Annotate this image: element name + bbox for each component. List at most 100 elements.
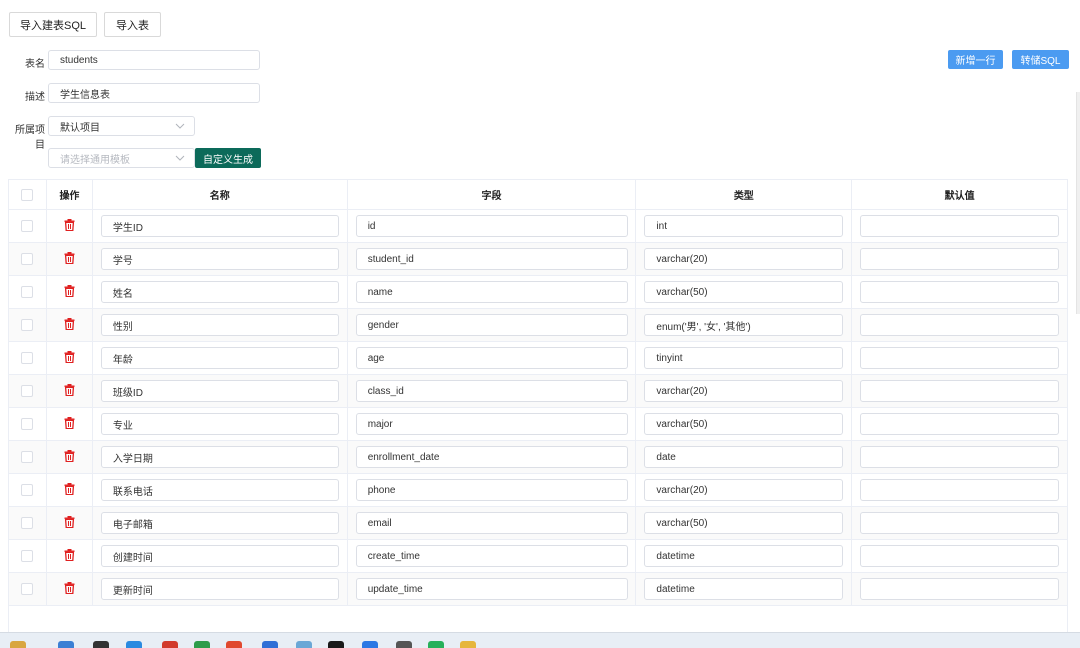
type-input[interactable]: date — [644, 446, 844, 468]
name-input[interactable]: 电子邮箱 — [100, 512, 339, 534]
import-sql-button[interactable]: 导入建表SQL — [9, 12, 97, 37]
field-input[interactable]: email — [355, 512, 628, 534]
app-icon-4[interactable] — [126, 641, 142, 648]
row-checkbox[interactable] — [21, 352, 34, 364]
type-input[interactable]: datetime — [644, 545, 844, 567]
app-icon-12[interactable] — [396, 641, 412, 648]
type-input[interactable]: varchar(20) — [644, 248, 844, 270]
delete-icon[interactable] — [64, 581, 75, 597]
table-name-input[interactable]: students — [48, 50, 260, 70]
delete-icon[interactable] — [64, 383, 75, 399]
name-input[interactable]: 学生ID — [100, 215, 339, 237]
row-checkbox[interactable] — [21, 484, 34, 496]
delete-icon[interactable] — [64, 317, 75, 333]
row-checkbox[interactable] — [21, 451, 34, 463]
field-input[interactable]: update_time — [355, 578, 628, 600]
field-input[interactable]: name — [355, 281, 628, 303]
app-icon-11[interactable] — [362, 641, 378, 648]
default-input[interactable] — [860, 248, 1060, 270]
type-input[interactable]: enum('男', '女', '其他') — [644, 314, 844, 336]
type-input[interactable]: varchar(20) — [644, 380, 844, 402]
default-input[interactable] — [860, 578, 1060, 600]
row-checkbox[interactable] — [21, 220, 34, 232]
name-input[interactable]: 学号 — [100, 248, 339, 270]
row-default-cell — [852, 243, 1068, 276]
field-input[interactable]: age — [355, 347, 628, 369]
header-default: 默认值 — [852, 180, 1069, 210]
delete-icon[interactable] — [64, 449, 75, 465]
to-sql-button[interactable]: 转储SQL — [1012, 50, 1069, 69]
app-icon-10[interactable] — [328, 641, 344, 648]
delete-icon[interactable] — [64, 548, 75, 564]
custom-generate-button[interactable]: 自定义生成 — [195, 148, 261, 168]
app-icon-3[interactable] — [93, 641, 109, 648]
row-checkbox[interactable] — [21, 319, 34, 331]
app-icon-6[interactable] — [194, 641, 210, 648]
field-input[interactable]: major — [355, 413, 628, 435]
name-input[interactable]: 年龄 — [100, 347, 339, 369]
app-icon-8[interactable] — [262, 641, 278, 648]
default-input[interactable] — [860, 479, 1060, 501]
row-checkbox[interactable] — [21, 385, 34, 397]
row-field-cell: email — [347, 507, 637, 540]
default-input[interactable] — [860, 215, 1060, 237]
app-icon-9[interactable] — [296, 641, 312, 648]
app-icon-2[interactable] — [58, 641, 74, 648]
app-icon-14[interactable] — [460, 641, 476, 648]
field-input[interactable]: id — [355, 215, 628, 237]
table-row: 联系电话 phone varchar(20) — [9, 474, 1068, 507]
type-input[interactable]: datetime — [644, 578, 844, 600]
type-input[interactable]: varchar(50) — [644, 413, 844, 435]
default-input[interactable] — [860, 512, 1060, 534]
name-input[interactable]: 姓名 — [100, 281, 339, 303]
delete-icon[interactable] — [64, 416, 75, 432]
name-input[interactable]: 入学日期 — [100, 446, 339, 468]
name-input[interactable]: 创建时间 — [100, 545, 339, 567]
default-input[interactable] — [860, 545, 1060, 567]
row-checkbox[interactable] — [21, 286, 34, 298]
type-input[interactable]: varchar(50) — [644, 281, 844, 303]
field-input[interactable]: student_id — [355, 248, 628, 270]
default-input[interactable] — [860, 281, 1060, 303]
default-input[interactable] — [860, 314, 1060, 336]
delete-icon[interactable] — [64, 251, 75, 267]
delete-icon[interactable] — [64, 482, 75, 498]
field-input[interactable]: enrollment_date — [355, 446, 628, 468]
template-select[interactable]: 请选择通用模板 — [48, 148, 195, 168]
row-checkbox[interactable] — [21, 550, 34, 562]
name-input[interactable]: 专业 — [100, 413, 339, 435]
name-input[interactable]: 班级ID — [100, 380, 339, 402]
default-input[interactable] — [860, 446, 1060, 468]
type-input[interactable]: varchar(20) — [644, 479, 844, 501]
default-input[interactable] — [860, 347, 1060, 369]
app-icon-7[interactable] — [226, 641, 242, 648]
name-input[interactable]: 更新时间 — [100, 578, 339, 600]
field-input[interactable]: gender — [355, 314, 628, 336]
app-icon-5[interactable] — [162, 641, 178, 648]
app-icon-1[interactable] — [10, 641, 26, 648]
type-input[interactable]: varchar(50) — [644, 512, 844, 534]
delete-icon[interactable] — [64, 218, 75, 234]
delete-icon[interactable] — [64, 350, 75, 366]
project-select[interactable]: 默认项目 — [48, 116, 195, 136]
description-input[interactable]: 学生信息表 — [48, 83, 260, 103]
import-table-button[interactable]: 导入表 — [104, 12, 161, 37]
name-input[interactable]: 性别 — [100, 314, 339, 336]
row-checkbox[interactable] — [21, 253, 34, 265]
add-row-button[interactable]: 新增一行 — [948, 50, 1003, 69]
name-input[interactable]: 联系电话 — [100, 479, 339, 501]
row-checkbox[interactable] — [21, 583, 34, 595]
type-input[interactable]: int — [644, 215, 844, 237]
default-input[interactable] — [860, 413, 1060, 435]
delete-icon[interactable] — [64, 284, 75, 300]
delete-icon[interactable] — [64, 515, 75, 531]
default-input[interactable] — [860, 380, 1060, 402]
field-input[interactable]: create_time — [355, 545, 628, 567]
type-input[interactable]: tinyint — [644, 347, 844, 369]
select-all-checkbox[interactable] — [21, 188, 34, 201]
app-icon-13[interactable] — [428, 641, 444, 648]
row-checkbox[interactable] — [21, 418, 34, 430]
row-checkbox[interactable] — [21, 517, 34, 529]
field-input[interactable]: class_id — [355, 380, 628, 402]
field-input[interactable]: phone — [355, 479, 628, 501]
